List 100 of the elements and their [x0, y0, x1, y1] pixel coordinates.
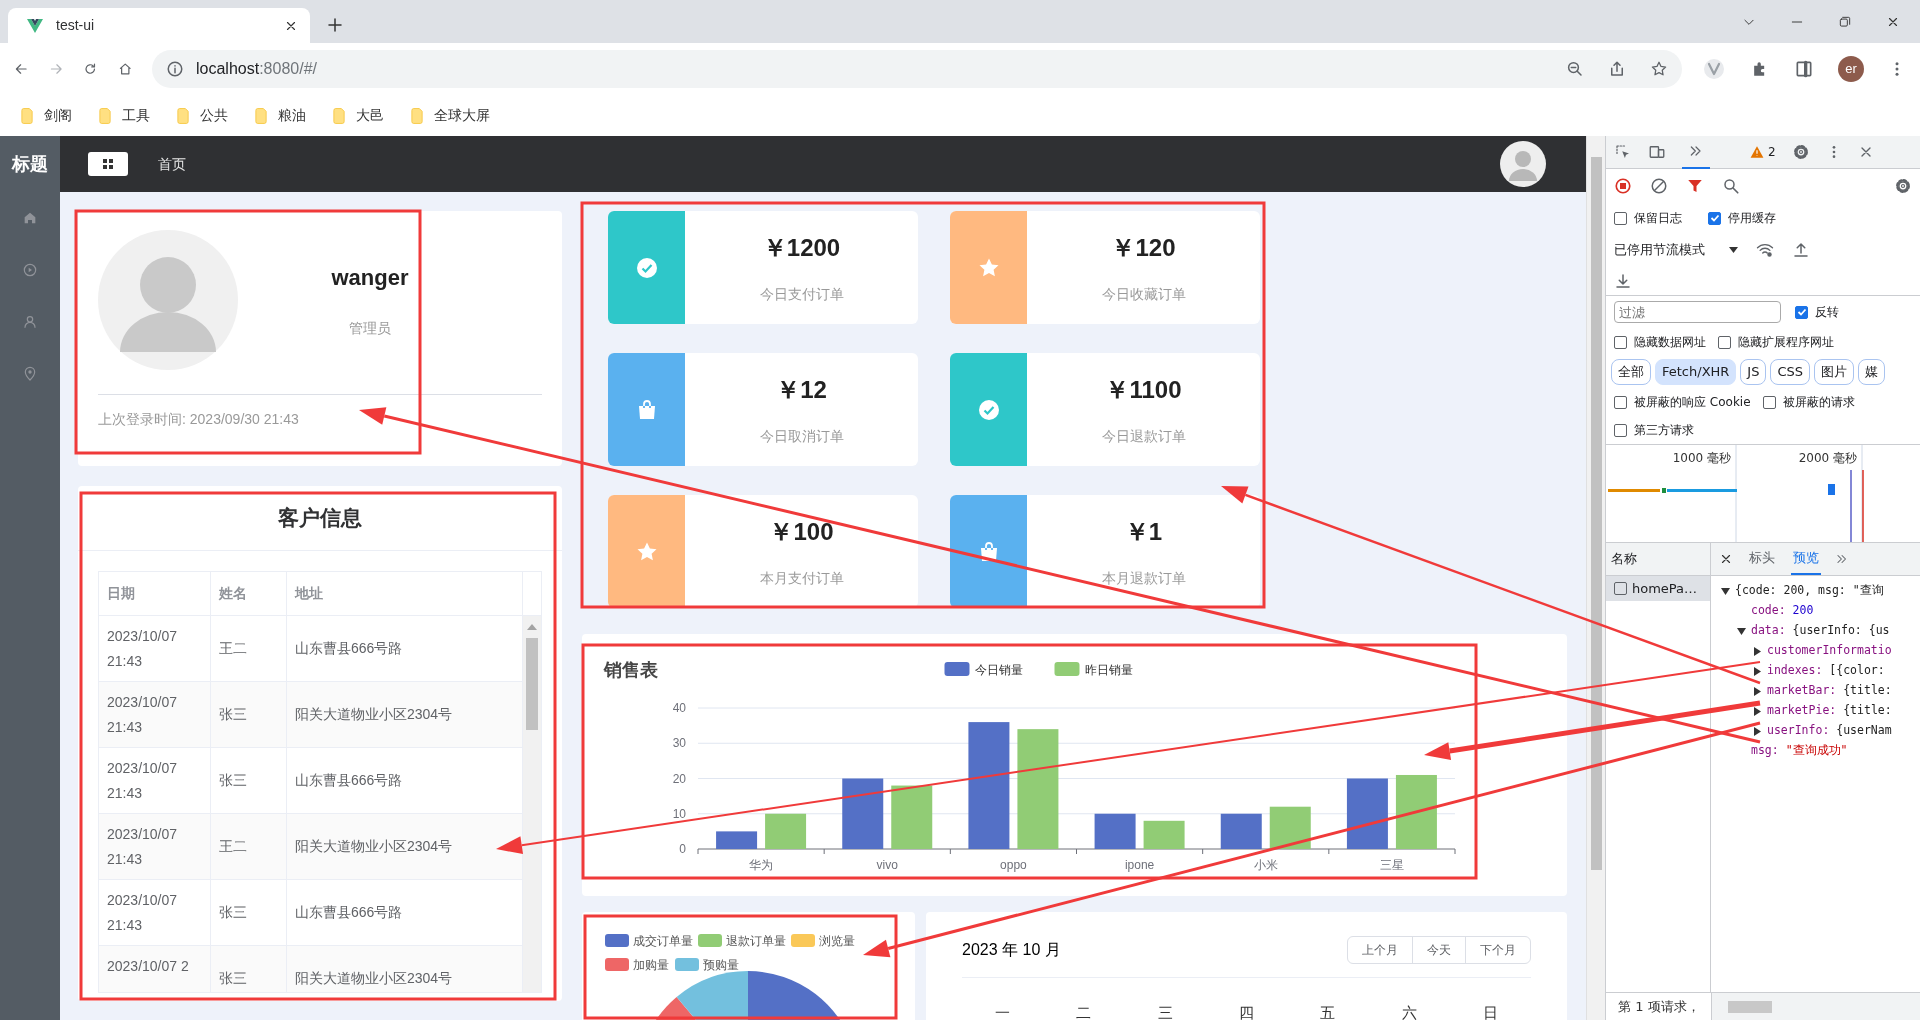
breadcrumb[interactable]: 首页 [158, 153, 186, 175]
legend-label[interactable]: 退款订单量 [726, 934, 786, 948]
filter-icon[interactable] [1686, 177, 1704, 195]
filter-field[interactable]: 过滤 [1614, 301, 1781, 323]
bookmark[interactable]: 公共 [200, 105, 228, 126]
checkbox[interactable] [1718, 335, 1731, 349]
scrollbar-thumb[interactable] [526, 637, 538, 730]
expanded-arrow-icon[interactable] [1721, 586, 1730, 596]
folder-icon [20, 106, 34, 125]
checkbox[interactable] [1795, 305, 1808, 319]
detail-tab[interactable]: 标头 [1747, 543, 1777, 575]
bar[interactable] [1395, 775, 1437, 849]
checkbox[interactable] [1708, 211, 1721, 225]
plus-icon[interactable] [326, 16, 344, 35]
avatar[interactable] [1500, 141, 1546, 187]
checkbox[interactable] [1614, 211, 1627, 225]
table-cell: 王二 [211, 615, 287, 681]
weekday-label: 四 [1239, 1004, 1254, 1020]
checkbox[interactable] [1614, 423, 1627, 437]
zoom-out-icon[interactable] [1566, 60, 1584, 78]
type-filter-chip[interactable]: JS [1740, 359, 1767, 385]
search-icon[interactable] [1722, 177, 1740, 195]
bar[interactable] [1220, 813, 1262, 849]
record-icon[interactable] [1614, 177, 1632, 195]
bookmark[interactable]: 全球大屏 [434, 105, 490, 126]
upload-icon[interactable] [1792, 240, 1810, 259]
side-panel-icon[interactable] [1794, 59, 1814, 79]
calendar-nav-button[interactable]: 今天 [1412, 935, 1466, 964]
clear-icon[interactable] [1650, 177, 1668, 195]
collapsed-arrow-icon[interactable] [1753, 726, 1762, 736]
settings-icon[interactable] [1791, 143, 1810, 161]
bookmark[interactable]: 粮油 [278, 105, 306, 126]
checkbox[interactable] [1614, 335, 1627, 349]
bar[interactable] [842, 778, 884, 849]
weekday-label: 二 [1076, 1004, 1092, 1020]
axis-category-label: 华为 [749, 858, 774, 872]
scrollbar[interactable] [523, 615, 541, 992]
legend-label[interactable]: 加购量 [633, 958, 669, 972]
bookmark[interactable]: 大邑 [356, 105, 384, 126]
device-icon[interactable] [1648, 143, 1666, 161]
bar[interactable] [891, 785, 933, 849]
collapsed-arrow-icon[interactable] [1753, 666, 1762, 676]
legend-label[interactable]: 浏览量 [819, 934, 855, 948]
checkbox-label: 第三方请求 [1634, 422, 1694, 439]
legend-label[interactable]: 昨日销量 [1084, 663, 1133, 677]
user-role: 管理员 [349, 319, 391, 338]
stat-amount: ￥1 [1124, 517, 1163, 547]
column-header: 姓名 [211, 571, 287, 615]
scrollbar-thumb[interactable] [1591, 157, 1602, 870]
star-icon[interactable] [1650, 60, 1668, 78]
legend-label[interactable]: 今日销量 [974, 663, 1023, 677]
bar[interactable] [716, 831, 758, 849]
collapsed-arrow-icon[interactable] [1753, 706, 1762, 716]
type-filter-chip[interactable]: 媒 [1858, 359, 1886, 385]
collapsed-arrow-icon[interactable] [1753, 686, 1762, 696]
type-filter-chip[interactable]: Fetch/XHR [1655, 359, 1737, 385]
bar[interactable] [968, 722, 1010, 849]
scrollbar[interactable] [1711, 993, 1920, 1020]
checkbox[interactable] [1762, 395, 1776, 409]
app-logo: 标题 [12, 152, 48, 176]
tree-node-text: {code: 200, msg: "查询 [1735, 582, 1884, 600]
type-filter-chip[interactable]: 图片 [1814, 359, 1855, 385]
stat-label: 本月支付订单 [759, 569, 844, 588]
menu-toggle-button[interactable] [88, 152, 128, 176]
type-filter-chip[interactable]: 全部 [1611, 359, 1651, 385]
calendar-nav-button[interactable]: 下个月 [1465, 935, 1531, 964]
bar[interactable] [1269, 806, 1311, 849]
bookmark[interactable]: 剑阁 [44, 105, 72, 126]
type-filter-chip[interactable]: CSS [1770, 359, 1811, 385]
chevrons-icon[interactable] [1835, 552, 1849, 566]
bar[interactable] [1094, 813, 1136, 849]
calendar-nav-button[interactable]: 上个月 [1347, 935, 1413, 964]
address-bar[interactable]: localhost:8080/#/ [152, 50, 1682, 88]
expanded-arrow-icon[interactable] [1737, 626, 1746, 636]
browser-tab[interactable]: test-ui [8, 8, 310, 43]
stat-label: 本月退款订单 [1101, 569, 1186, 588]
legend-label[interactable]: 成交订单量 [633, 934, 693, 948]
checkbox[interactable] [1614, 395, 1627, 409]
scrollbar[interactable] [1586, 136, 1605, 1020]
chart-title: 销售表 [604, 660, 658, 680]
close-icon[interactable] [1719, 552, 1733, 566]
request-row[interactable]: homePa… [1606, 576, 1710, 601]
detail-tab[interactable]: 预览 [1791, 543, 1821, 575]
restore-icon[interactable] [1838, 14, 1852, 29]
share-icon[interactable] [1608, 60, 1626, 78]
warnings-button[interactable]: 2 [1750, 143, 1776, 161]
profile-avatar[interactable]: er [1838, 56, 1864, 82]
scrollbar-thumb[interactable] [1728, 1000, 1772, 1013]
checkbox[interactable] [1614, 582, 1627, 595]
download-icon[interactable] [1614, 271, 1632, 290]
stat-amount: ￥100 [769, 517, 834, 547]
settings-icon[interactable] [1894, 177, 1912, 196]
column-header: 地址 [287, 571, 523, 615]
throttle-dropdown[interactable]: 已停用节流模式 [1614, 239, 1738, 260]
bar[interactable] [1346, 778, 1388, 849]
caret-icon [1729, 246, 1738, 253]
bookmark[interactable]: 工具 [122, 105, 150, 126]
collapsed-arrow-icon[interactable] [1753, 646, 1762, 656]
legend-label[interactable]: 预购量 [703, 958, 739, 972]
extension-icon[interactable] [1702, 57, 1726, 81]
